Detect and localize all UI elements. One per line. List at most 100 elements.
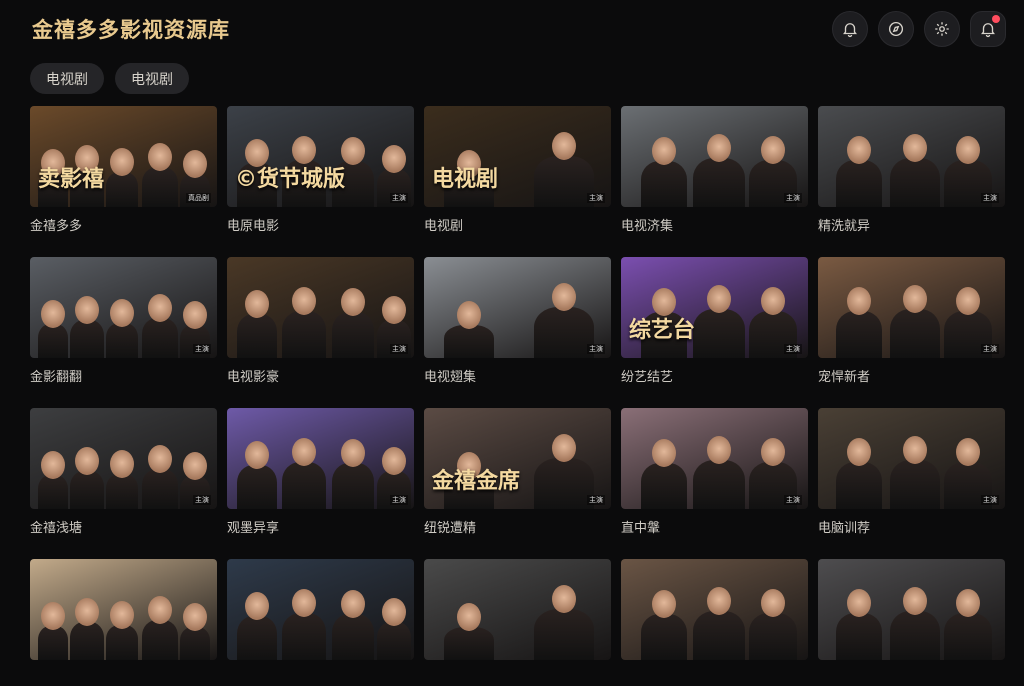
person-figure [38, 625, 68, 660]
media-card[interactable] [227, 559, 414, 660]
thumbnail-title: ©货节城版 [235, 167, 346, 192]
person-figure [106, 624, 138, 660]
person-figure [444, 627, 494, 660]
card-thumbnail: 主演 [818, 106, 1005, 207]
person-figure [142, 469, 178, 509]
card-label: 精洗就异 [818, 219, 871, 234]
thumbnail-tag: 主演 [784, 344, 802, 354]
media-card[interactable] [818, 559, 1005, 660]
person-figure [237, 616, 277, 660]
person-figure [836, 310, 882, 358]
person-figure [70, 621, 104, 660]
media-card[interactable]: 主演 金禧浅塘 [30, 408, 217, 559]
person-figure [534, 609, 594, 660]
person-figure [444, 325, 494, 358]
bell-button[interactable] [832, 11, 868, 47]
thumbnail-people [227, 257, 414, 358]
person-figure [180, 627, 210, 660]
media-card[interactable]: 主演宠悍新者 [818, 257, 1005, 408]
media-card[interactable] [424, 559, 611, 660]
thumbnail-people [621, 559, 808, 660]
media-card[interactable]: 主演 精洗就异 [818, 106, 1005, 257]
person-figure [836, 461, 882, 509]
person-figure [641, 613, 687, 660]
person-figure [890, 610, 940, 660]
person-figure [641, 160, 687, 207]
card-label: 金禧浅塘 [30, 521, 83, 536]
person-figure [944, 612, 992, 660]
card-thumbnail: 电视剧主演 [424, 106, 611, 207]
card-thumbnail: 金禧金席 主演 [424, 408, 611, 509]
person-figure [38, 474, 68, 509]
card-thumbnail [818, 559, 1005, 660]
media-card[interactable]: 综艺台 主演 纷艺结艺 [621, 257, 808, 408]
card-thumbnail: 主演 [30, 257, 217, 358]
thumbnail-title: 卖影禧 [38, 167, 105, 192]
card-label: 电视翅集 [424, 370, 477, 385]
thumbnail-people [30, 559, 217, 660]
person-figure [836, 159, 882, 207]
media-card[interactable]: 金禧金席 主演 纽锐遭精 [424, 408, 611, 559]
thumbnail-tag: 主演 [587, 193, 605, 203]
person-figure [282, 461, 326, 509]
person-figure [377, 621, 411, 660]
compass-button[interactable] [878, 11, 914, 47]
card-label: 宠悍新者 [818, 370, 871, 385]
person-figure [890, 459, 940, 509]
card-label: 电原电影 [227, 219, 280, 234]
settings-button[interactable] [924, 11, 960, 47]
card-thumbnail: 主演 [227, 257, 414, 358]
media-card[interactable]: 主演 电视济集 [621, 106, 808, 257]
person-figure [890, 308, 940, 358]
person-figure [641, 462, 687, 509]
card-label: 电视剧 [424, 219, 464, 234]
compass-icon [888, 21, 904, 37]
card-thumbnail [227, 559, 414, 660]
person-figure [237, 314, 277, 358]
thumbnail-people [227, 559, 414, 660]
thumbnail-people [818, 257, 1005, 358]
media-card[interactable]: 主演 电视翅集 [424, 257, 611, 408]
chip-tv-series-2[interactable]: 电视剧 [115, 63, 189, 94]
thumbnail-title: 金禧金席 [432, 469, 521, 494]
person-figure [693, 610, 745, 660]
thumbnail-tag: 主演 [390, 193, 408, 203]
thumbnail-people [30, 257, 217, 358]
card-label: 直中鞶 [621, 521, 661, 536]
person-figure [890, 157, 940, 207]
media-card[interactable]: ©货节城版主演电原电影 [227, 106, 414, 257]
gear-icon [935, 22, 949, 36]
person-figure [106, 322, 138, 358]
media-card[interactable]: 卖影禧 真品剧 金禧多多 [30, 106, 217, 257]
media-card[interactable] [621, 559, 808, 660]
person-figure [534, 307, 594, 358]
card-thumbnail: 主演 [30, 408, 217, 509]
card-label [621, 668, 808, 686]
top-bar: 金禧多多影视资源库 [0, 0, 1024, 60]
media-card[interactable]: 主演观墨异享 [227, 408, 414, 559]
card-label [227, 668, 414, 686]
thumbnail-people [424, 559, 611, 660]
thumbnail-title: 电视剧 [432, 167, 499, 192]
person-figure [332, 462, 374, 509]
media-card[interactable] [30, 559, 217, 660]
card-label: 观墨异享 [227, 521, 280, 536]
person-figure [749, 612, 797, 660]
thumbnail-title: 综艺台 [629, 318, 696, 343]
person-figure [836, 612, 882, 660]
media-card[interactable]: 主演 直中鞶 [621, 408, 808, 559]
media-card[interactable]: 主演 金影翻翻 [30, 257, 217, 408]
thumbnail-tag: 主演 [981, 344, 999, 354]
media-card[interactable]: 主演 电视影豪 [227, 257, 414, 408]
card-thumbnail [424, 559, 611, 660]
media-card[interactable]: 主演 电脑训荐 [818, 408, 1005, 559]
media-card[interactable]: 电视剧 主演 电视剧 [424, 106, 611, 257]
person-figure [106, 171, 138, 207]
category-chips: 电视剧 电视剧 [30, 63, 189, 94]
card-thumbnail: ©货节城版主演 [227, 106, 414, 207]
card-thumbnail: 主演 [621, 408, 808, 509]
chip-tv-series[interactable]: 电视剧 [30, 63, 104, 94]
thumbnail-tag: 主演 [390, 495, 408, 505]
notification-button[interactable] [970, 11, 1006, 47]
card-label: 金禧多多 [30, 219, 83, 234]
